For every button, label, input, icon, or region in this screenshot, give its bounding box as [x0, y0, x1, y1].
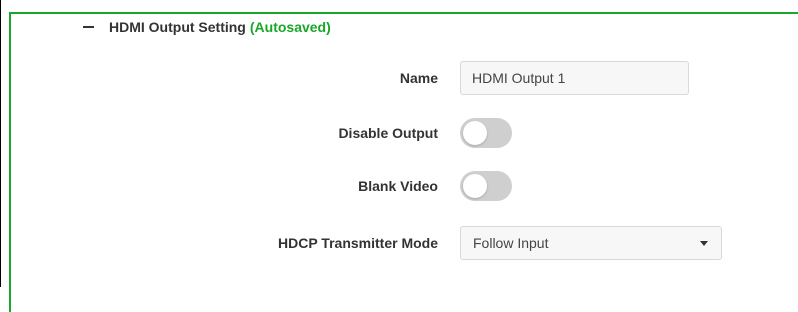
- autosaved-status: (Autosaved): [249, 19, 331, 35]
- panel-title: HDMI Output Setting: [109, 19, 246, 35]
- hdcp-mode-label: HDCP Transmitter Mode: [278, 235, 438, 251]
- toggle-knob: [463, 121, 487, 145]
- hdcp-mode-value: Follow Input: [473, 235, 549, 251]
- disable-output-label: Disable Output: [338, 125, 438, 141]
- name-row: Name: [0, 61, 798, 95]
- blank-video-row: Blank Video: [0, 169, 798, 203]
- blank-video-label: Blank Video: [358, 178, 438, 194]
- name-input[interactable]: [460, 61, 689, 95]
- disable-output-row: Disable Output: [0, 116, 798, 150]
- disable-output-toggle[interactable]: [460, 118, 512, 148]
- name-label: Name: [399, 70, 438, 86]
- hdmi-output-setting-panel: HDMI Output Setting (Autosaved): [9, 12, 798, 312]
- panel-legend[interactable]: HDMI Output Setting (Autosaved): [49, 14, 345, 40]
- hdcp-mode-select[interactable]: Follow Input: [460, 226, 722, 260]
- hdcp-mode-row: HDCP Transmitter Mode Follow Input: [0, 226, 798, 260]
- caret-down-icon: [700, 241, 708, 246]
- blank-video-toggle[interactable]: [460, 171, 512, 201]
- minus-icon[interactable]: [83, 26, 94, 28]
- toggle-knob: [463, 174, 487, 198]
